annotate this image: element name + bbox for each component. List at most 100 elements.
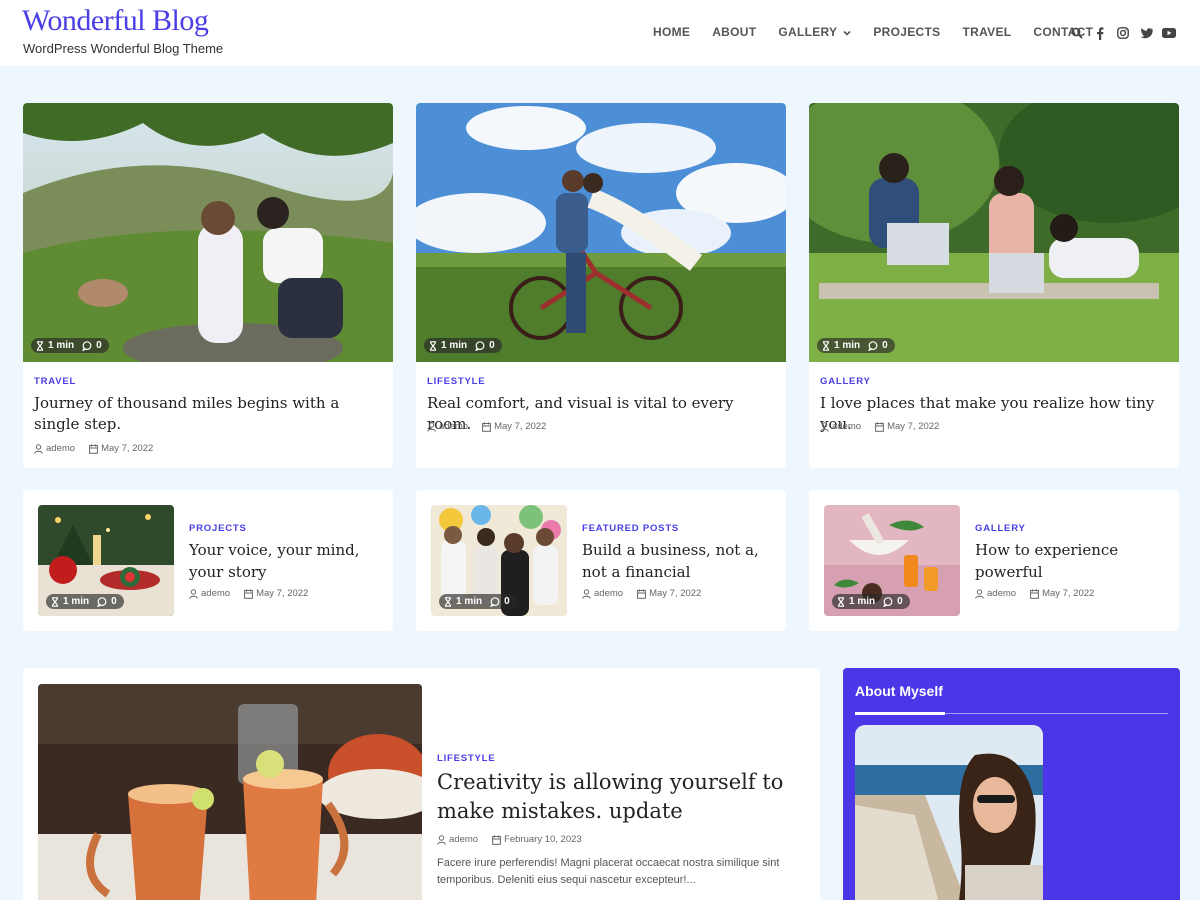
comment-count: 0 [882, 340, 888, 351]
comment-count: 0 [897, 596, 903, 607]
post-thumbnail[interactable]: 1 min 0 [431, 505, 567, 616]
calendar-icon [244, 588, 253, 599]
post-title[interactable]: How to experience powerful [975, 539, 1145, 583]
search-icon[interactable] [1070, 25, 1084, 41]
featured-post-card[interactable]: 1 min 0 LIFESTYLE Real comfort, and visu… [416, 103, 786, 468]
post-date[interactable]: May 7, 2022 [494, 421, 546, 432]
post-thumbnail[interactable]: 1 min 0 [416, 103, 786, 362]
post-meta-pill: 1 min 0 [832, 594, 910, 609]
post-meta-pill: 1 min 0 [46, 594, 124, 609]
post-byline: ademo May 7, 2022 [582, 588, 701, 599]
youtube-icon[interactable] [1162, 25, 1176, 41]
post-title[interactable]: Your voice, your mind, your story [189, 539, 379, 583]
post-thumbnail[interactable]: 1 min 0 [38, 505, 174, 616]
calendar-icon [492, 834, 501, 845]
post-byline: ademo May 7, 2022 [189, 588, 308, 599]
comment-count: 0 [489, 340, 495, 351]
post-title[interactable]: Build a business, not a, not a financial [582, 539, 762, 583]
post-author[interactable]: ademo [449, 834, 478, 845]
main-post-card[interactable]: LIFESTYLE Creativity is allowing yoursel… [23, 668, 820, 900]
read-time: 1 min [849, 596, 876, 607]
nav-item-label: HOME [653, 25, 691, 39]
nav-item-gallery[interactable]: GALLERY [778, 25, 851, 39]
facebook-icon[interactable] [1093, 25, 1107, 41]
post-byline: ademo February 10, 2023 [437, 834, 582, 845]
site-header: Wonderful Blog WordPress Wonderful Blog … [0, 0, 1200, 66]
comment-count: 0 [504, 596, 510, 607]
hourglass-icon [429, 340, 437, 351]
post-category[interactable]: GALLERY [820, 376, 871, 387]
widget-title: About Myself [855, 683, 943, 699]
calendar-icon [482, 421, 491, 432]
post-thumbnail[interactable]: 1 min 0 [809, 103, 1179, 362]
read-time: 1 min [456, 596, 483, 607]
small-post-card[interactable]: 1 min 0 GALLERY How to experience powerf… [809, 490, 1179, 631]
nav-item-projects[interactable]: PROJECTS [873, 25, 940, 39]
post-date[interactable]: May 7, 2022 [101, 443, 153, 454]
comment-count: 0 [96, 340, 102, 351]
post-date[interactable]: February 10, 2023 [504, 834, 582, 845]
post-title[interactable]: Creativity is allowing yourself to make … [437, 768, 797, 826]
post-author[interactable]: ademo [987, 588, 1016, 599]
header-icons [1070, 25, 1185, 41]
post-date[interactable]: May 7, 2022 [887, 421, 939, 432]
comment-icon [868, 340, 878, 351]
small-post-card[interactable]: 1 min 0 FEATURED POSTS Build a business,… [416, 490, 786, 631]
read-time: 1 min [441, 340, 468, 351]
post-byline: ademo May 7, 2022 [820, 421, 939, 432]
calendar-icon [89, 443, 98, 454]
hourglass-icon [36, 340, 44, 351]
site-title[interactable]: Wonderful Blog [22, 4, 209, 38]
post-category[interactable]: LIFESTYLE [427, 376, 485, 387]
post-meta-pill: 1 min 0 [31, 338, 109, 353]
chevron-down-icon [843, 25, 851, 39]
user-icon [189, 588, 198, 599]
widget-divider-accent [855, 712, 945, 715]
author-photo [855, 725, 1043, 900]
post-author[interactable]: ademo [832, 421, 861, 432]
post-author[interactable]: ademo [594, 588, 623, 599]
post-category[interactable]: GALLERY [975, 523, 1026, 534]
post-meta-pill: 1 min 0 [424, 338, 502, 353]
read-time: 1 min [48, 340, 75, 351]
nav-item-about[interactable]: ABOUT [712, 25, 756, 39]
post-byline: ademo May 7, 2022 [34, 443, 153, 454]
comment-icon [475, 340, 485, 351]
twitter-icon[interactable] [1139, 25, 1153, 41]
post-thumbnail[interactable]: 1 min 0 [23, 103, 393, 362]
read-time: 1 min [63, 596, 90, 607]
featured-post-card[interactable]: 1 min 0 GALLERY I love places that make … [809, 103, 1179, 468]
comment-icon [490, 596, 500, 607]
nav-item-label: GALLERY [778, 25, 838, 39]
nav-item-home[interactable]: HOME [653, 25, 690, 39]
post-category[interactable]: LIFESTYLE [437, 753, 495, 764]
nav-item-label: PROJECTS [873, 25, 941, 39]
nav-item-travel[interactable]: TRAVEL [962, 25, 1011, 39]
post-author[interactable]: ademo [46, 443, 75, 454]
user-icon [975, 588, 984, 599]
calendar-icon [875, 421, 884, 432]
featured-post-card[interactable]: 1 min 0 TRAVEL Journey of thousand miles… [23, 103, 393, 468]
site-tagline: WordPress Wonderful Blog Theme [23, 41, 224, 56]
post-title[interactable]: Journey of thousand miles begins with a … [34, 393, 379, 435]
comment-icon [82, 340, 92, 351]
hourglass-icon [444, 596, 452, 607]
hourglass-icon [837, 596, 845, 607]
post-category[interactable]: PROJECTS [189, 523, 247, 534]
post-byline: ademo May 7, 2022 [975, 588, 1094, 599]
post-date[interactable]: May 7, 2022 [649, 588, 701, 599]
small-post-card[interactable]: 1 min 0 PROJECTS Your voice, your mind, … [23, 490, 393, 631]
post-category[interactable]: TRAVEL [34, 376, 76, 387]
instagram-icon[interactable] [1116, 25, 1130, 41]
post-thumbnail[interactable] [38, 684, 422, 900]
post-category[interactable]: FEATURED POSTS [582, 523, 679, 534]
post-byline: ademo May 7, 2022 [427, 421, 546, 432]
comment-icon [97, 596, 107, 607]
post-date[interactable]: May 7, 2022 [256, 588, 308, 599]
post-author[interactable]: ademo [439, 421, 468, 432]
post-author[interactable]: ademo [201, 588, 230, 599]
post-thumbnail[interactable]: 1 min 0 [824, 505, 960, 616]
post-date[interactable]: May 7, 2022 [1042, 588, 1094, 599]
read-time: 1 min [834, 340, 861, 351]
comment-icon [883, 596, 893, 607]
